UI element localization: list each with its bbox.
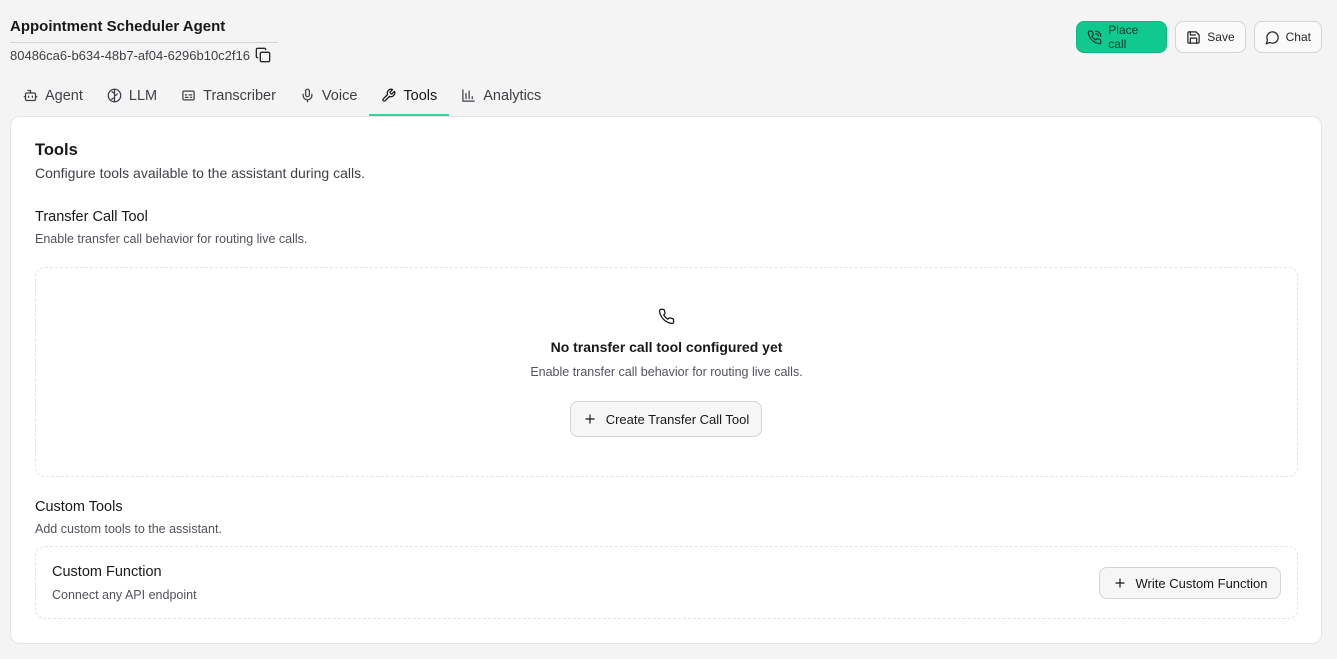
empty-state-title: No transfer call tool configured yet — [550, 339, 783, 355]
create-transfer-call-tool-label: Create Transfer Call Tool — [605, 411, 750, 427]
custom-function-card: Custom Function Connect any API endpoint… — [35, 546, 1298, 619]
custom-tools-description: Add custom tools to the assistant. — [35, 522, 222, 536]
header-actions: Place call Save Chat — [1076, 21, 1322, 53]
create-transfer-call-tool-button[interactable]: Create Transfer Call Tool — [570, 401, 762, 437]
tab-analytics[interactable]: Analytics — [449, 75, 553, 116]
copy-icon[interactable] — [255, 47, 271, 63]
phone-call-icon — [1087, 30, 1102, 45]
tab-label: LLM — [128, 87, 158, 104]
mic-icon — [300, 88, 315, 103]
transfer-call-heading: Transfer Call Tool — [35, 209, 148, 225]
plus-icon — [583, 412, 597, 426]
wrench-icon — [381, 88, 396, 103]
transfer-call-description: Enable transfer call behavior for routin… — [35, 232, 308, 246]
save-button[interactable]: Save — [1175, 21, 1246, 53]
brain-icon — [107, 88, 122, 103]
custom-function-description: Connect any API endpoint — [52, 588, 197, 602]
tab-agent[interactable]: Agent — [11, 75, 95, 116]
robot-icon — [23, 88, 38, 103]
tab-label: Agent — [45, 87, 83, 104]
write-custom-function-label: Write Custom Function — [1135, 575, 1268, 591]
place-call-label: Place call — [1108, 23, 1139, 51]
save-icon — [1186, 30, 1201, 45]
tab-tools[interactable]: Tools — [369, 75, 450, 116]
tab-bar: Agent LLM Transcriber Voice Tools Analyt… — [11, 75, 553, 116]
tab-label: Voice — [321, 87, 358, 104]
custom-function-title: Custom Function — [52, 564, 162, 580]
write-custom-function-button[interactable]: Write Custom Function — [1099, 567, 1281, 599]
captions-icon — [181, 88, 196, 103]
tab-llm[interactable]: LLM — [95, 75, 169, 116]
place-call-button[interactable]: Place call — [1076, 21, 1168, 53]
tab-transcriber[interactable]: Transcriber — [169, 75, 288, 116]
empty-state-description: Enable transfer call behavior for routin… — [530, 365, 803, 379]
chat-label: Chat — [1285, 30, 1311, 44]
tab-label: Transcriber — [203, 87, 276, 104]
save-label: Save — [1207, 30, 1235, 44]
plus-icon — [1113, 576, 1127, 590]
chat-button[interactable]: Chat — [1253, 21, 1322, 53]
page-title: Tools — [35, 141, 78, 159]
agent-title: Appointment Scheduler Agent — [10, 18, 226, 35]
custom-tools-heading: Custom Tools — [35, 499, 123, 515]
page-subtitle: Configure tools available to the assista… — [35, 165, 365, 181]
tab-label: Tools — [403, 87, 438, 104]
app-page: Appointment Scheduler Agent 80486ca6-b63… — [0, 0, 1337, 659]
bar-chart-icon — [461, 88, 476, 103]
agent-id: 80486ca6-b634-48b7-af04-6296b10c2f16 — [10, 47, 250, 63]
tab-voice[interactable]: Voice — [288, 75, 369, 116]
agent-id-row: 80486ca6-b634-48b7-af04-6296b10c2f16 — [10, 47, 271, 63]
title-divider — [10, 42, 278, 43]
tools-panel: Tools Configure tools available to the a… — [10, 116, 1322, 644]
tab-label: Analytics — [483, 87, 542, 104]
chat-bubble-icon — [1265, 30, 1280, 45]
phone-icon — [658, 308, 675, 330]
transfer-call-empty-state: No transfer call tool configured yet Ena… — [35, 267, 1298, 477]
